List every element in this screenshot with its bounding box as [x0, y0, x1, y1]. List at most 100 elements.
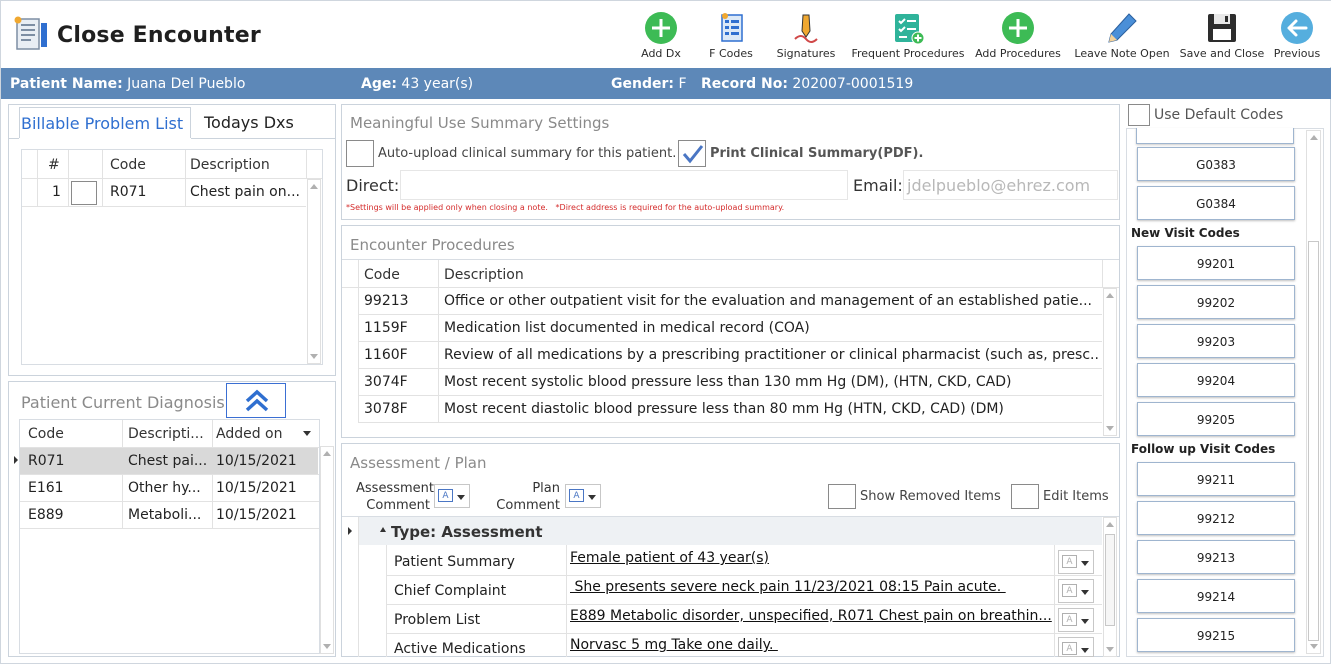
- signatures-button[interactable]: Signatures: [773, 9, 839, 65]
- patient-info-bar: Patient Name: Juana Del Pueblo Age: 43 y…: [1, 68, 1331, 99]
- chevron-down-icon: [457, 495, 465, 500]
- print-summary-label: Print Clinical Summary(PDF).: [710, 146, 924, 161]
- plan-comment-format-button[interactable]: A: [565, 484, 601, 508]
- direct-address-input[interactable]: [400, 170, 848, 200]
- patient-age: Age: 43 year(s): [361, 76, 474, 92]
- assessment-plan-title: Assessment / Plan: [350, 454, 487, 472]
- chevron-down-icon: [1081, 590, 1089, 595]
- scroll-down-icon: [1106, 426, 1114, 431]
- row-added-on: 10/15/2021: [216, 480, 297, 496]
- scroll-up-icon: [1310, 135, 1318, 140]
- code-button-partial[interactable]: [1136, 128, 1294, 144]
- row-code: E161: [28, 480, 64, 496]
- scroll-up-icon: [310, 184, 318, 189]
- email-input[interactable]: jdelpueblo@ehrez.com: [903, 170, 1118, 200]
- code-button-99204[interactable]: 99204: [1137, 363, 1295, 397]
- assessment-grid: Type: Assessment Patient Summary Female …: [342, 516, 1119, 657]
- print-summary-checkbox[interactable]: [678, 140, 706, 167]
- chevron-down-icon: [1081, 561, 1089, 566]
- tab-todays-dxs[interactable]: Todays Dxs: [204, 113, 294, 132]
- col-header-added-on[interactable]: Added on: [216, 426, 283, 442]
- row-description: Chest pai...: [128, 453, 208, 469]
- code-button-99215[interactable]: 99215: [1137, 618, 1295, 652]
- col-header-description: Descripti...: [128, 426, 204, 442]
- row-code: E889: [28, 507, 64, 523]
- text-format-icon: A: [1062, 613, 1077, 626]
- save-and-close-button[interactable]: Save and Close: [1177, 9, 1267, 65]
- scroll-thumb[interactable]: [1105, 534, 1115, 626]
- save-disk-icon: [1205, 11, 1239, 45]
- scroll-down-icon: [1106, 647, 1114, 652]
- codes-scrollbar[interactable]: [1306, 130, 1321, 654]
- code-button-99203[interactable]: 99203: [1137, 324, 1295, 358]
- scroll-thumb[interactable]: [1308, 241, 1319, 641]
- assessment-comment-format-button[interactable]: A: [434, 484, 470, 508]
- scroll-up-icon: [1106, 522, 1114, 527]
- row-code: 1159F: [364, 320, 408, 336]
- show-removed-items-checkbox[interactable]: [828, 484, 856, 509]
- previous-button[interactable]: Previous: [1269, 9, 1325, 65]
- leave-note-open-label: Leave Note Open: [1074, 47, 1170, 60]
- code-button-99205[interactable]: 99205: [1137, 402, 1295, 436]
- code-button-99201[interactable]: 99201: [1137, 246, 1295, 280]
- code-button-99211[interactable]: 99211: [1137, 462, 1295, 496]
- row-description: Medication list documented in medical re…: [444, 320, 810, 336]
- procedures-scrollbar[interactable]: [1103, 288, 1117, 436]
- row-value[interactable]: She presents severe neck pain 11/23/2021…: [570, 579, 1052, 595]
- title-bar: Close Encounter Add Dx F Codes Signature…: [1, 1, 1331, 67]
- procedures-grid: Code Description 99213 Office or other o…: [342, 259, 1119, 437]
- add-dx-button[interactable]: Add Dx: [633, 9, 689, 65]
- row-description: Office or other outpatient visit for the…: [444, 293, 1092, 309]
- current-diagnosis-scrollbar[interactable]: [320, 446, 334, 654]
- row-code: 1160F: [364, 347, 408, 363]
- show-removed-items-label: Show Removed Items: [860, 489, 1001, 504]
- row-format-button[interactable]: A: [1058, 579, 1094, 603]
- add-dx-label: Add Dx: [641, 47, 681, 60]
- scroll-up-icon: [1106, 293, 1114, 298]
- row-format-button[interactable]: A: [1058, 637, 1094, 657]
- window-title: Close Encounter: [57, 23, 261, 48]
- encounter-procedures-panel: Encounter Procedures Code Description 99…: [341, 225, 1120, 438]
- row-checkbox[interactable]: [71, 181, 97, 205]
- row-value[interactable]: E889 Metabolic disorder, unspecified, R0…: [570, 608, 1052, 624]
- code-button-99212[interactable]: 99212: [1137, 501, 1295, 535]
- col-header-description: Description: [190, 157, 270, 173]
- code-button-g0383[interactable]: G0383: [1137, 147, 1295, 181]
- code-button-99213[interactable]: 99213: [1137, 540, 1295, 574]
- row-value[interactable]: Norvasc 5 mg Take one daily.: [570, 637, 1052, 653]
- chevron-down-icon: [1081, 648, 1089, 653]
- assessment-scrollbar[interactable]: [1103, 517, 1117, 657]
- row-code: 3078F: [364, 401, 408, 417]
- row-label: Patient Summary: [394, 554, 515, 570]
- collapse-triangle-icon[interactable]: [380, 527, 386, 532]
- row-description: Chest pain on...: [190, 184, 300, 200]
- use-default-codes-checkbox[interactable]: [1128, 104, 1150, 126]
- assessment-plan-panel: Assessment / Plan Assessment Comment A P…: [341, 443, 1120, 657]
- pencil-icon: [1105, 11, 1139, 45]
- edit-items-checkbox[interactable]: [1011, 484, 1039, 509]
- code-button-99214[interactable]: 99214: [1137, 579, 1295, 613]
- auto-upload-label: Auto-upload clinical summary for this pa…: [378, 146, 677, 161]
- add-procedures-button[interactable]: Add Procedures: [973, 9, 1063, 65]
- problem-grid-scrollbar[interactable]: [307, 179, 321, 364]
- leave-note-open-button[interactable]: Leave Note Open: [1073, 9, 1171, 65]
- collapse-button[interactable]: [226, 383, 286, 418]
- frequent-procedures-button[interactable]: Frequent Procedures: [849, 9, 967, 65]
- code-button-99202[interactable]: 99202: [1137, 285, 1295, 319]
- col-header-code: Code: [110, 157, 146, 173]
- scroll-up-icon: [323, 451, 331, 456]
- code-button-g0384[interactable]: G0384: [1137, 186, 1295, 220]
- auto-upload-checkbox[interactable]: [346, 140, 374, 167]
- row-label: Active Medications: [394, 641, 526, 657]
- text-format-icon: A: [1062, 555, 1077, 568]
- row-indicator-icon: [348, 527, 352, 535]
- arrow-left-icon: [1280, 11, 1314, 45]
- f-codes-button[interactable]: F Codes: [701, 9, 761, 65]
- row-format-button[interactable]: A: [1058, 608, 1094, 632]
- tab-billable-problem-list[interactable]: Billable Problem List: [19, 107, 191, 138]
- assessment-group-label: Type: Assessment: [391, 523, 543, 541]
- sort-dropdown-icon[interactable]: [303, 431, 311, 436]
- row-value[interactable]: Female patient of 43 year(s): [570, 550, 1052, 566]
- checklist-icon: [891, 11, 925, 45]
- row-format-button[interactable]: A: [1058, 550, 1094, 574]
